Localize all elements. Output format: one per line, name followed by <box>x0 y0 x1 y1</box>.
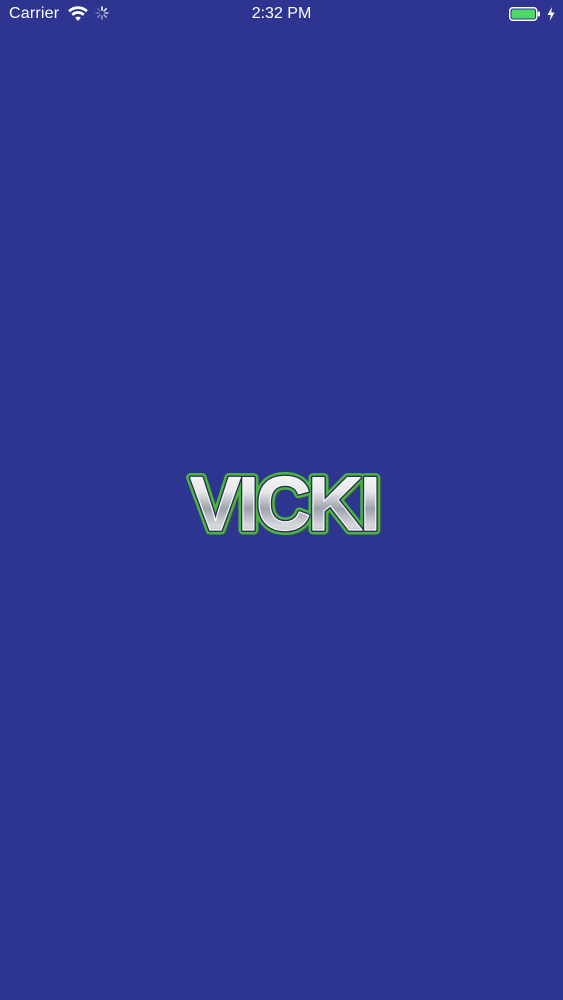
vicki-logo: VICKI VICKI VICKI VICKI <box>160 460 404 542</box>
splash-screen: Carrier 2:32 PM VICKI VICKI VICKI VICKI <box>0 0 563 1000</box>
logo-text: VICKI <box>190 462 378 542</box>
status-bar: Carrier 2:32 PM <box>0 0 563 30</box>
charging-bolt-icon <box>546 6 556 22</box>
status-time: 2:32 PM <box>251 5 312 22</box>
battery-icon <box>509 6 541 22</box>
